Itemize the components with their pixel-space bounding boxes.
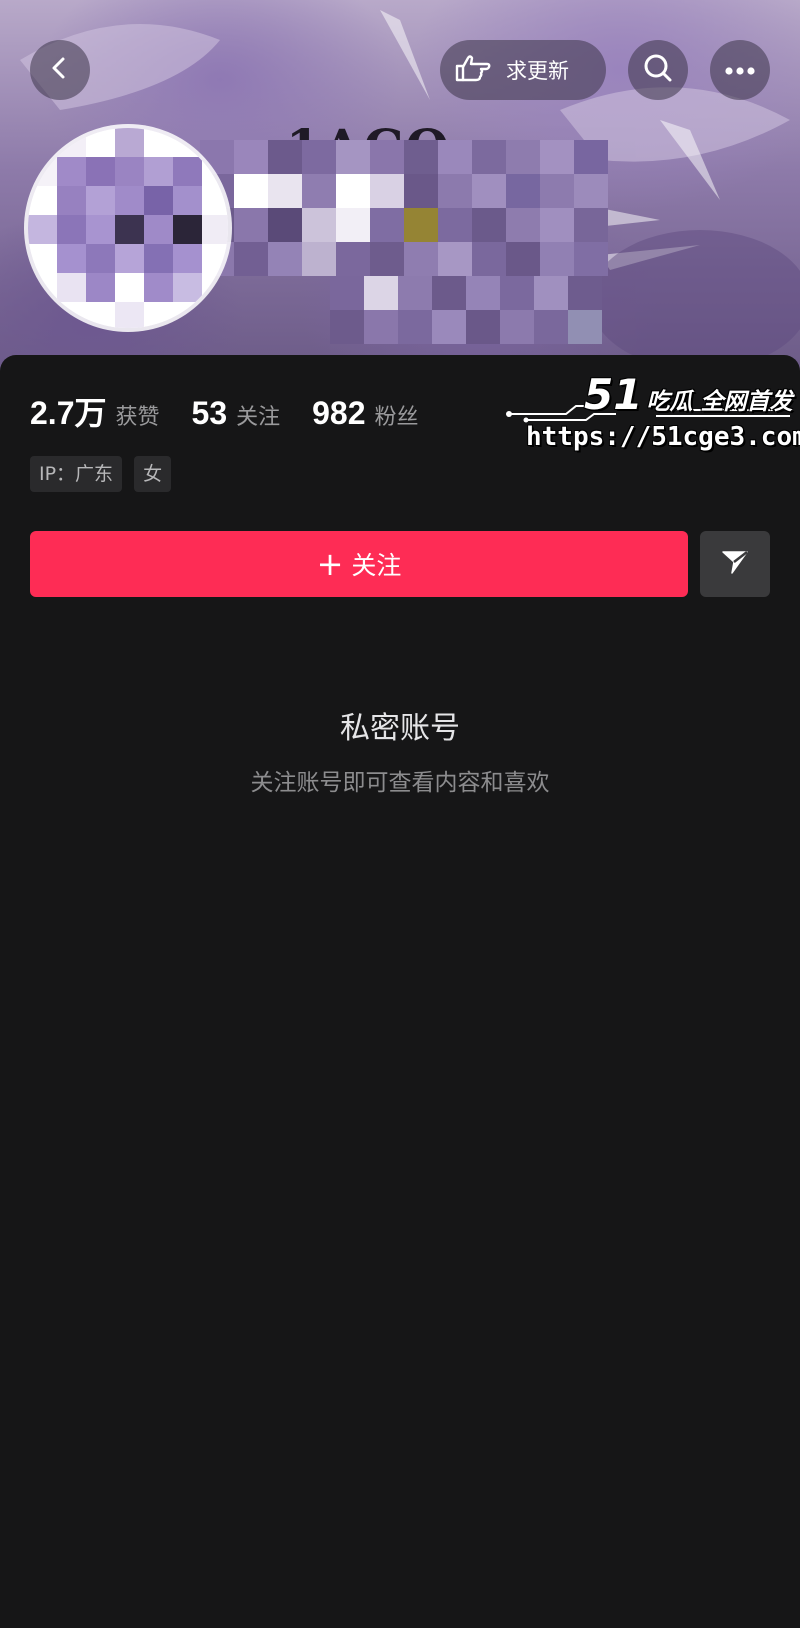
more-dots-icon (724, 61, 756, 80)
profile-stats: 2.7万 获赞 53 关注 982 粉丝 (30, 388, 451, 431)
back-button[interactable] (30, 40, 90, 100)
stat-following[interactable]: 53 关注 (192, 395, 281, 432)
profile-tags: IP：广东 女 (30, 456, 183, 492)
ip-location-tag: IP：广东 (30, 456, 123, 492)
pointing-hand-icon (454, 52, 492, 88)
stat-following-value: 53 (191, 395, 228, 431)
stat-likes-value: 2.7万 (30, 395, 107, 431)
private-account-subtitle: 关注账号即可查看内容和喜欢 (250, 770, 550, 796)
watermark: 51 吃瓜 全网首发 https://51cge3.com (506, 370, 800, 470)
search-icon (642, 52, 674, 88)
search-button[interactable] (628, 40, 688, 100)
watermark-brand: 51 吃瓜 全网首发 (584, 370, 792, 419)
request-update-button[interactable]: 求更新 (440, 40, 606, 100)
plus-icon: + (316, 545, 344, 583)
more-options-button[interactable] (710, 40, 770, 100)
stat-following-label: 关注 (236, 405, 281, 430)
banner-mosaic-lower (330, 276, 602, 344)
stat-followers[interactable]: 982 粉丝 (312, 395, 418, 432)
follow-button[interactable]: + 关注 (30, 531, 688, 597)
chevron-left-icon (47, 55, 73, 85)
watermark-brand-text: 吃瓜 全网首发 (646, 389, 793, 415)
banner-mosaic (200, 140, 608, 276)
avatar-mosaic (28, 128, 228, 328)
request-update-label: 求更新 (506, 59, 569, 83)
watermark-number: 51 (584, 370, 643, 419)
share-button[interactable] (700, 531, 770, 597)
private-account-title: 私密账号 (340, 711, 460, 746)
share-arrow-icon (720, 548, 750, 580)
stat-followers-label: 粉丝 (374, 405, 419, 430)
gender-tag: 女 (134, 456, 172, 492)
stat-followers-value: 982 (312, 395, 366, 431)
stat-likes[interactable]: 2.7万 获赞 (30, 388, 160, 434)
follow-label: 关注 (351, 551, 402, 580)
avatar[interactable] (28, 128, 228, 328)
stat-likes-label: 获赞 (115, 405, 160, 430)
watermark-url: https://51cge3.com (526, 422, 800, 452)
